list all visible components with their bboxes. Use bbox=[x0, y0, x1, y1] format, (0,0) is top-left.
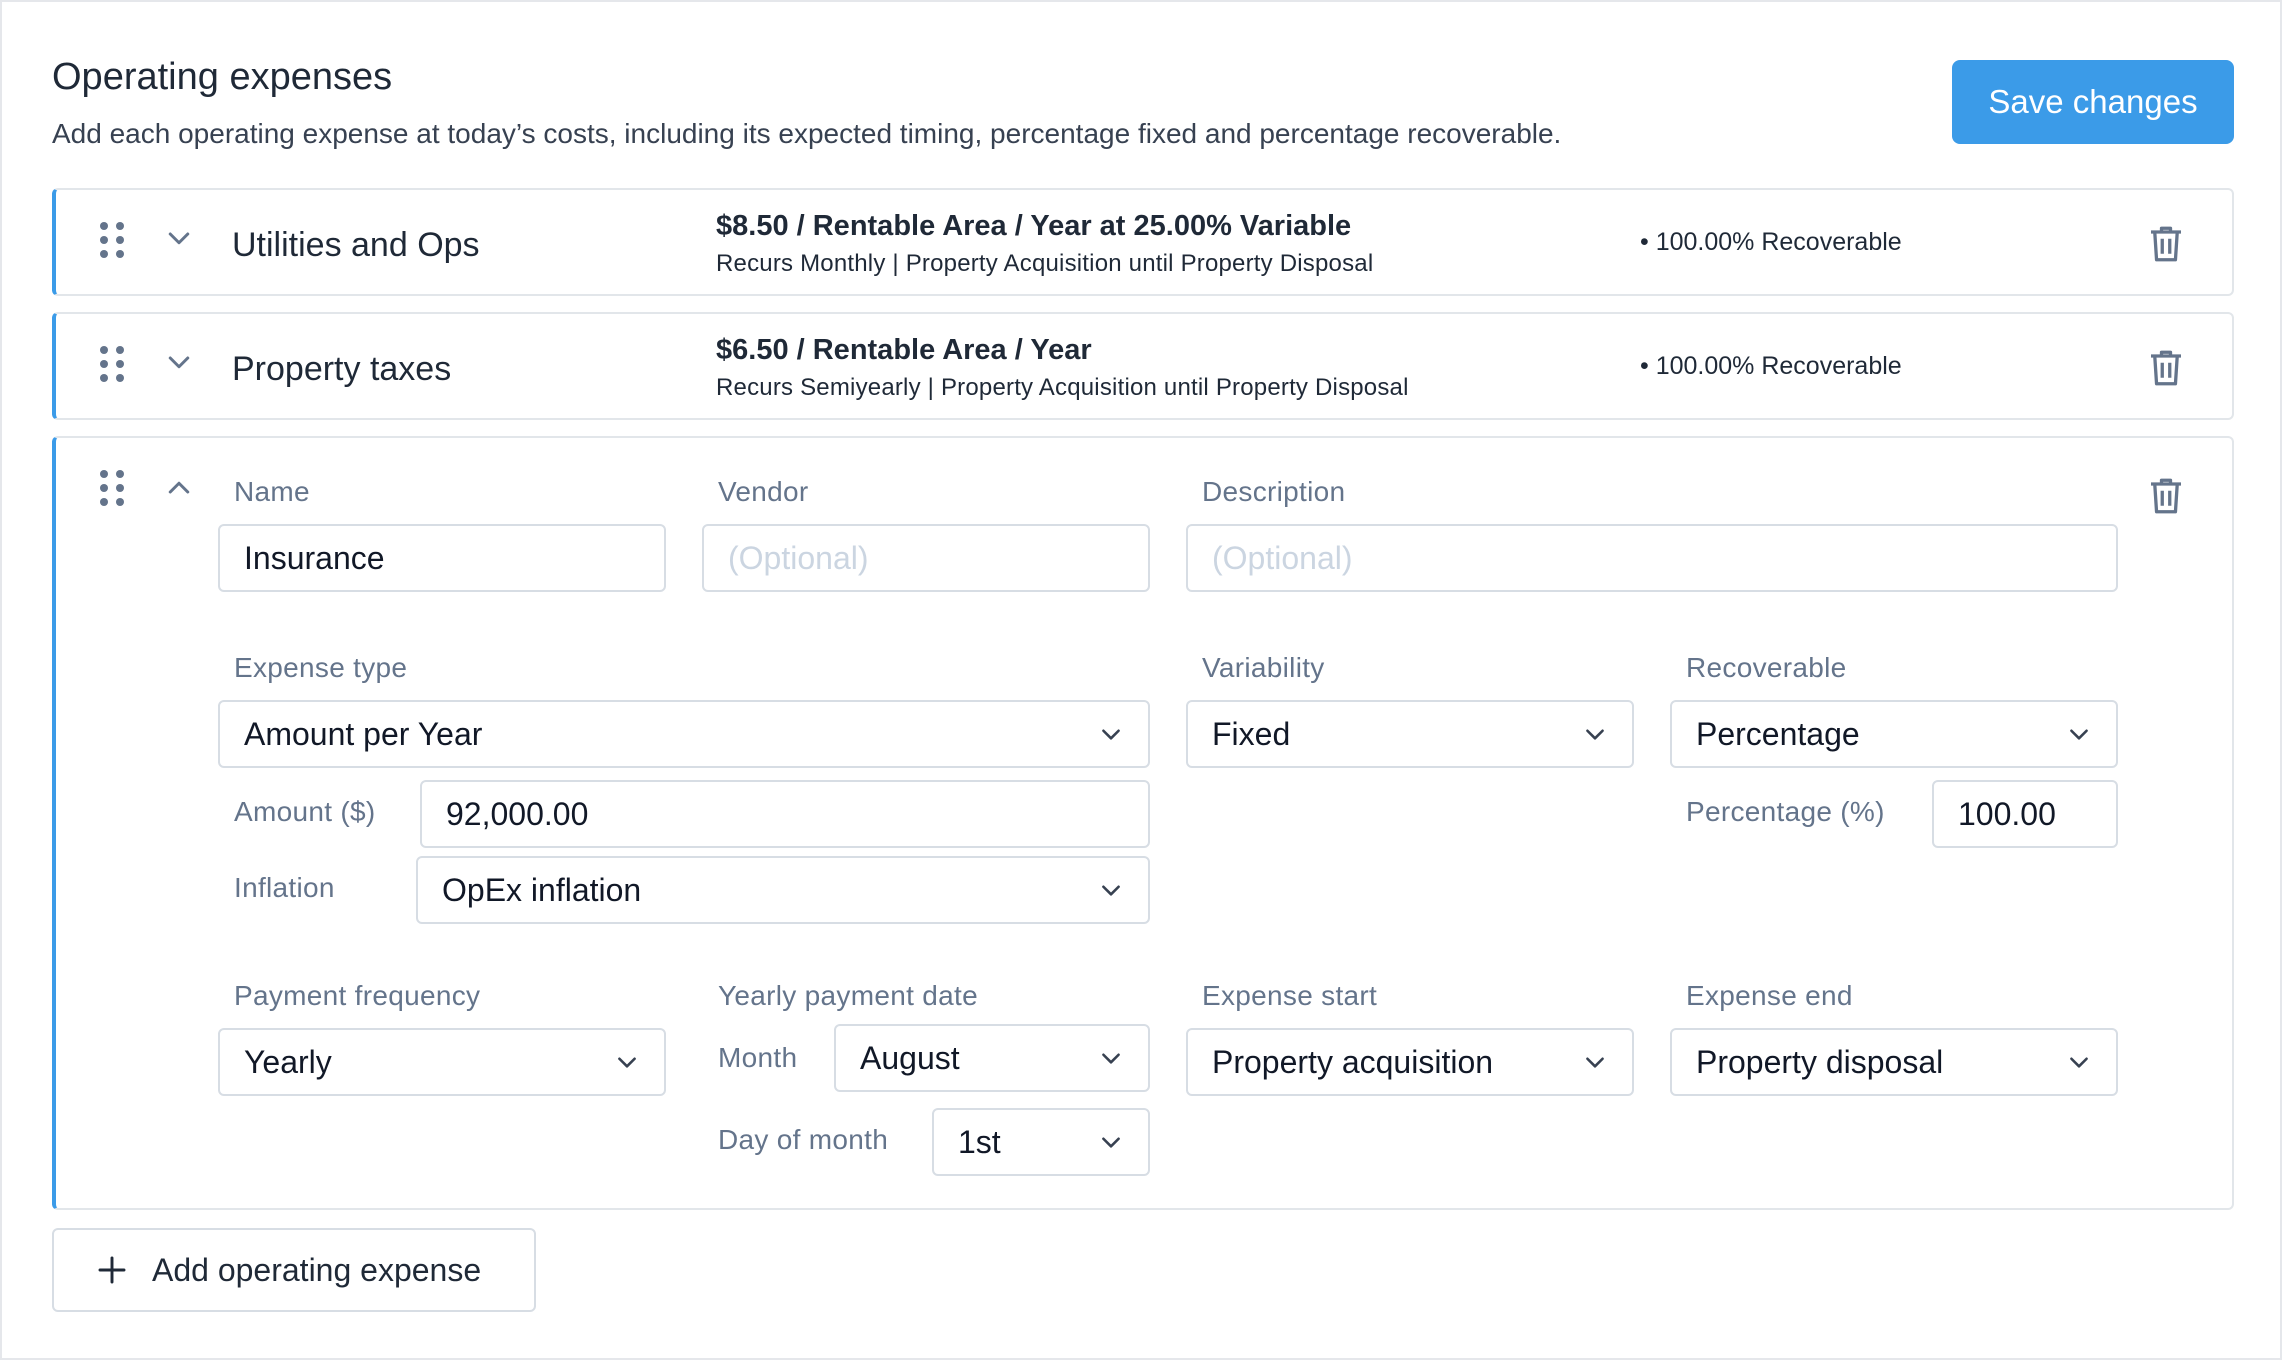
variability-label: Variability bbox=[1202, 652, 1325, 683]
save-changes-button[interactable]: Save changes bbox=[1952, 60, 2234, 144]
expense-recoverable: • 100.00% Recoverable bbox=[1640, 228, 1902, 256]
variability-select[interactable]: Fixed bbox=[1186, 700, 1634, 768]
recoverable-select[interactable]: Percentage bbox=[1670, 700, 2118, 768]
expense-detail: Recurs Monthly | Property Acquisition un… bbox=[716, 250, 1374, 277]
chevron-down-icon bbox=[1102, 885, 1120, 896]
chevron-down-icon bbox=[2070, 1057, 2088, 1068]
description-input[interactable] bbox=[1186, 524, 2118, 592]
recoverable-value: Percentage bbox=[1696, 715, 1860, 752]
name-input[interactable] bbox=[218, 524, 666, 592]
chevron-down-icon bbox=[1102, 1053, 1120, 1064]
chevron-down-icon bbox=[1586, 729, 1604, 740]
add-operating-expense-label: Add operating expense bbox=[152, 1251, 482, 1288]
chevron-down-icon[interactable] bbox=[164, 224, 194, 254]
payment-frequency-value: Yearly bbox=[244, 1043, 332, 1080]
expense-type-value: Amount per Year bbox=[244, 715, 483, 752]
expense-row-insurance-expanded: Name Vendor Description Expense type Amo… bbox=[52, 436, 2234, 1210]
expense-start-value: Property acquisition bbox=[1212, 1043, 1494, 1080]
add-operating-expense-button[interactable]: Add operating expense bbox=[52, 1228, 536, 1312]
expense-start-select[interactable]: Property acquisition bbox=[1186, 1028, 1634, 1096]
drag-handle-icon[interactable] bbox=[100, 346, 124, 382]
payment-frequency-select[interactable]: Yearly bbox=[218, 1028, 666, 1096]
chevron-down-icon bbox=[1586, 1057, 1604, 1068]
expense-detail: Recurs Semiyearly | Property Acquisition… bbox=[716, 374, 1409, 401]
chevron-down-icon bbox=[2070, 729, 2088, 740]
page-subtitle: Add each operating expense at today’s co… bbox=[52, 118, 1562, 149]
description-label: Description bbox=[1202, 476, 1346, 507]
expense-start-label: Expense start bbox=[1202, 980, 1378, 1011]
amount-input[interactable] bbox=[420, 780, 1150, 848]
percentage-input[interactable] bbox=[1932, 780, 2118, 848]
inflation-value: OpEx inflation bbox=[442, 871, 642, 908]
expense-recoverable: • 100.00% Recoverable bbox=[1640, 352, 1902, 380]
day-of-month-value: 1st bbox=[958, 1123, 1001, 1160]
vendor-input[interactable] bbox=[702, 524, 1150, 592]
payment-frequency-label: Payment frequency bbox=[234, 980, 481, 1011]
plus-icon bbox=[98, 1256, 126, 1284]
month-value: August bbox=[860, 1039, 960, 1076]
name-label: Name bbox=[234, 476, 310, 507]
expense-name: Property taxes bbox=[232, 350, 452, 388]
expense-row-property-taxes[interactable]: Property taxes $6.50 / Rentable Area / Y… bbox=[52, 312, 2234, 420]
day-of-month-label: Day of month bbox=[718, 1124, 889, 1155]
trash-icon[interactable] bbox=[2148, 476, 2184, 516]
inflation-label: Inflation bbox=[234, 872, 335, 903]
inflation-select[interactable]: OpEx inflation bbox=[416, 856, 1150, 924]
operating-expenses-page: Operating expenses Add each operating ex… bbox=[0, 0, 2282, 1360]
amount-label: Amount ($) bbox=[234, 796, 376, 827]
expense-type-label: Expense type bbox=[234, 652, 408, 683]
variability-value: Fixed bbox=[1212, 715, 1291, 752]
expense-end-value: Property disposal bbox=[1696, 1043, 1944, 1080]
trash-icon[interactable] bbox=[2148, 348, 2184, 388]
chevron-down-icon bbox=[1102, 729, 1120, 740]
expense-end-label: Expense end bbox=[1686, 980, 1853, 1011]
chevron-up-icon[interactable] bbox=[164, 472, 194, 502]
drag-handle-icon[interactable] bbox=[100, 222, 124, 258]
month-select[interactable]: August bbox=[834, 1024, 1150, 1092]
expense-end-select[interactable]: Property disposal bbox=[1670, 1028, 2118, 1096]
chevron-down-icon bbox=[1102, 1137, 1120, 1148]
chevron-down-icon bbox=[618, 1057, 636, 1068]
month-label: Month bbox=[718, 1042, 798, 1073]
yearly-payment-date-label: Yearly payment date bbox=[718, 980, 978, 1011]
drag-handle-icon[interactable] bbox=[100, 470, 124, 506]
chevron-down-icon[interactable] bbox=[164, 348, 194, 378]
expense-name: Utilities and Ops bbox=[232, 226, 480, 264]
expense-summary: $6.50 / Rentable Area / Year bbox=[716, 334, 1092, 366]
expense-type-select[interactable]: Amount per Year bbox=[218, 700, 1150, 768]
recoverable-label: Recoverable bbox=[1686, 652, 1847, 683]
trash-icon[interactable] bbox=[2148, 224, 2184, 264]
percentage-label: Percentage (%) bbox=[1686, 796, 1885, 827]
page-title: Operating expenses bbox=[52, 56, 393, 98]
expense-summary: $8.50 / Rentable Area / Year at 25.00% V… bbox=[716, 210, 1352, 242]
expense-row-utilities[interactable]: Utilities and Ops $8.50 / Rentable Area … bbox=[52, 188, 2234, 296]
vendor-label: Vendor bbox=[718, 476, 809, 507]
day-of-month-select[interactable]: 1st bbox=[932, 1108, 1150, 1176]
